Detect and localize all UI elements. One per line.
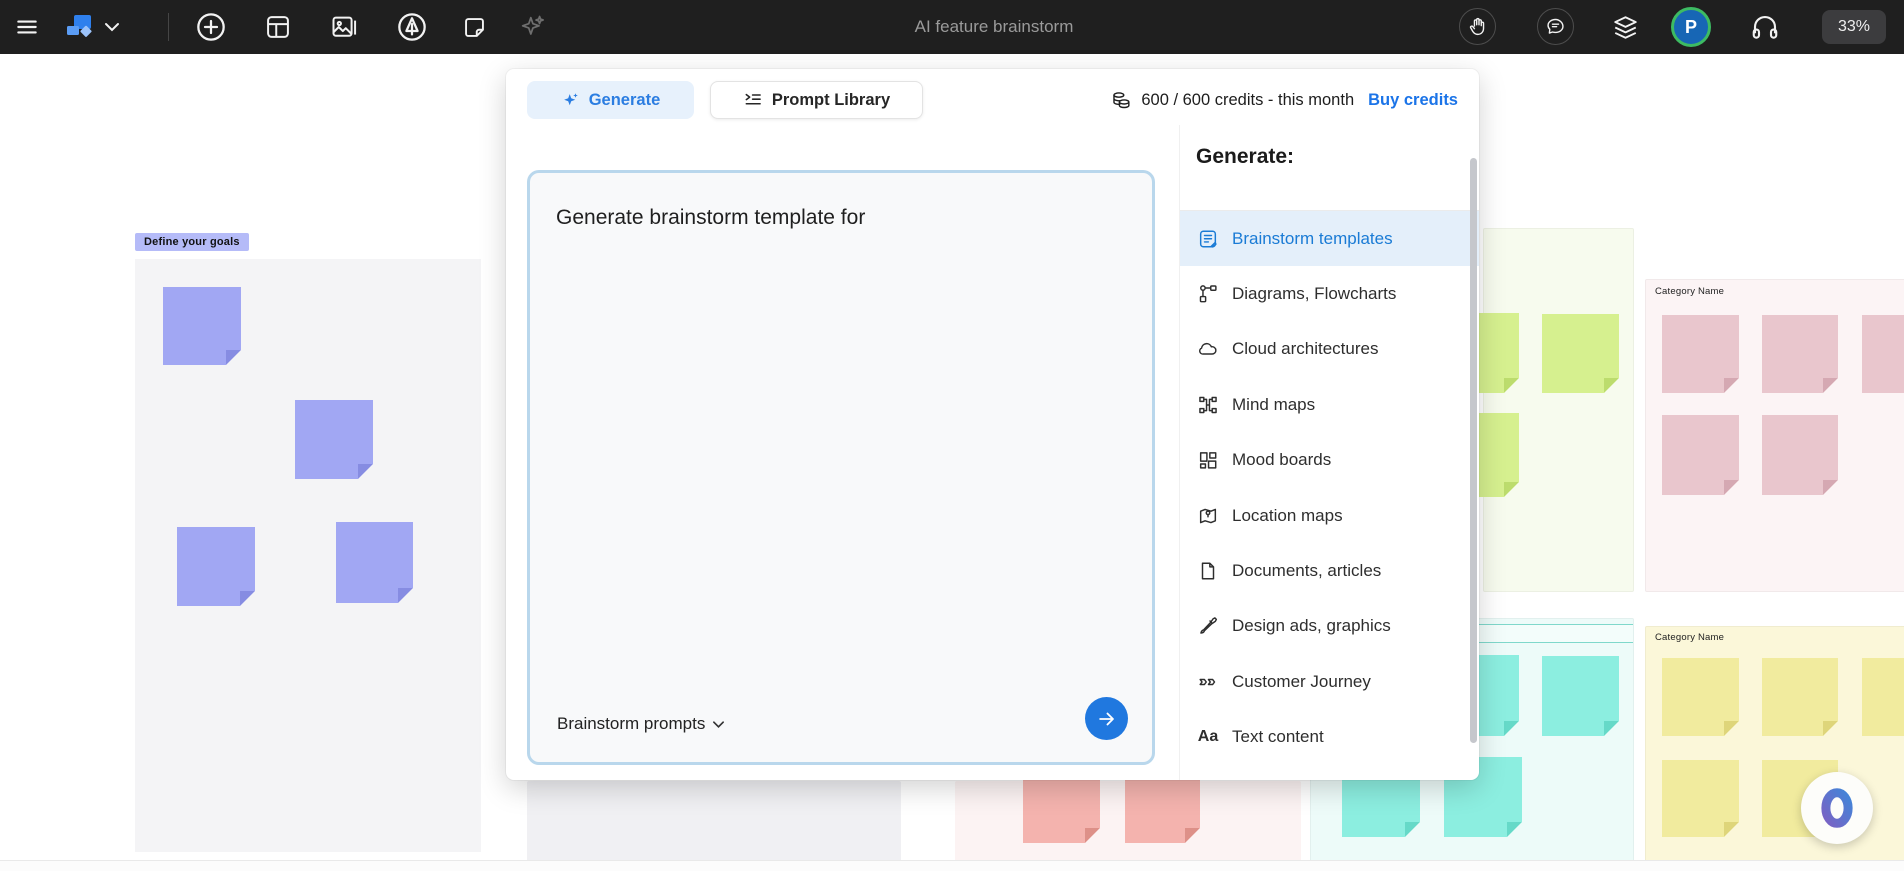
option-documents-articles[interactable]: Documents, articles bbox=[1180, 543, 1479, 598]
sticky-note[interactable] bbox=[1762, 415, 1838, 495]
headphones-icon[interactable] bbox=[1750, 12, 1780, 42]
send-prompt-button[interactable] bbox=[1085, 697, 1128, 740]
text-aa-icon: Aa bbox=[1197, 728, 1219, 746]
sticky-note[interactable] bbox=[1862, 315, 1904, 393]
tab-generate[interactable]: Generate bbox=[527, 81, 694, 119]
sticky-note[interactable] bbox=[1662, 415, 1739, 495]
sticky-note[interactable] bbox=[1542, 656, 1619, 736]
template-card-green[interactable] bbox=[1483, 228, 1634, 592]
arrow-right-icon bbox=[1098, 712, 1114, 725]
option-mood-boards[interactable]: Mood boards bbox=[1180, 433, 1479, 488]
brainstorm-prompts-label: Brainstorm prompts bbox=[557, 714, 706, 733]
sticky-note[interactable] bbox=[1762, 315, 1838, 393]
template-icon[interactable] bbox=[264, 13, 292, 41]
board-title[interactable]: AI feature brainstorm bbox=[858, 0, 1130, 54]
sticky-note[interactable] bbox=[1662, 315, 1739, 393]
toolbar-divider bbox=[168, 13, 169, 41]
option-label: Mind maps bbox=[1232, 394, 1316, 414]
panel-scrollbar[interactable] bbox=[1470, 158, 1477, 743]
option-text-content[interactable]: Aa Text content bbox=[1180, 710, 1479, 765]
sparkle-icon bbox=[563, 92, 578, 105]
credits-text: 600 / 600 credits - this month bbox=[1141, 90, 1355, 109]
sticky-note[interactable] bbox=[1762, 658, 1838, 736]
sticky-note[interactable] bbox=[295, 400, 373, 479]
generate-heading: Generate: bbox=[1196, 145, 1295, 168]
option-label: Customer Journey bbox=[1232, 671, 1371, 691]
option-label: Design ads, graphics bbox=[1232, 616, 1391, 636]
add-circle-icon[interactable] bbox=[195, 11, 227, 43]
zoom-level-button[interactable]: 33% bbox=[1822, 10, 1886, 44]
cloud-icon bbox=[1199, 343, 1217, 356]
coins-icon bbox=[1113, 91, 1130, 108]
pen-icon[interactable] bbox=[396, 11, 428, 43]
sticky-note[interactable] bbox=[1662, 760, 1739, 837]
generate-options-list: Generate: Brainstorm templates Diagrams,… bbox=[1179, 125, 1479, 780]
option-customer-journey[interactable]: Customer Journey bbox=[1180, 654, 1479, 709]
image-icon[interactable] bbox=[330, 13, 358, 41]
category-label[interactable]: Category Name bbox=[1655, 632, 1724, 643]
moodboard-icon bbox=[1199, 452, 1217, 469]
category-label[interactable]: Category Name bbox=[1655, 286, 1724, 297]
option-label: Cloud architectures bbox=[1232, 339, 1379, 359]
tab-prompt-library-label: Prompt Library bbox=[771, 90, 891, 109]
sticky-note-icon[interactable] bbox=[461, 14, 488, 41]
mindmap-icon bbox=[1199, 396, 1217, 414]
option-design-ads-graphics[interactable]: Design ads, graphics bbox=[1180, 599, 1479, 654]
opera-sidebar-badge[interactable] bbox=[1801, 772, 1873, 844]
raise-hand-icon[interactable] bbox=[1459, 8, 1496, 45]
location-map-icon bbox=[1199, 508, 1217, 523]
option-diagrams-flowcharts[interactable]: Diagrams, Flowcharts bbox=[1180, 266, 1479, 321]
chevron-down-icon bbox=[713, 720, 725, 728]
top-toolbar: AI feature brainstorm P 33% bbox=[0, 0, 1904, 54]
playlist-icon bbox=[745, 93, 761, 105]
option-label: Documents, articles bbox=[1232, 561, 1382, 581]
app-window: Define your goals Category Name Category… bbox=[0, 0, 1904, 871]
buy-credits-link[interactable]: Buy credits bbox=[1368, 91, 1458, 110]
prompt-input-value[interactable]: Generate brainstorm template for bbox=[556, 206, 1126, 230]
ai-generate-panel: Generate Prompt Library 600 / 600 credit… bbox=[506, 69, 1479, 780]
ai-sparkle-icon[interactable] bbox=[518, 13, 546, 41]
option-brainstorm-templates[interactable]: Brainstorm templates bbox=[1180, 211, 1479, 267]
menu-icon[interactable] bbox=[14, 14, 40, 40]
brainstorm-doc-icon bbox=[1199, 230, 1217, 248]
app-logo[interactable] bbox=[66, 14, 94, 40]
option-label: Diagrams, Flowcharts bbox=[1232, 284, 1397, 304]
option-location-maps[interactable]: Location maps bbox=[1180, 488, 1479, 543]
document-icon bbox=[1201, 562, 1215, 580]
option-label: Mood boards bbox=[1232, 450, 1332, 470]
brainstorm-prompts-dropdown[interactable]: Brainstorm prompts bbox=[557, 714, 725, 734]
prompt-textarea[interactable]: Generate brainstorm template for Brainst… bbox=[527, 170, 1155, 765]
template-card-gray[interactable] bbox=[527, 781, 901, 862]
avatar[interactable]: P bbox=[1671, 7, 1711, 47]
frame-title[interactable]: Define your goals bbox=[135, 233, 249, 251]
option-mind-maps[interactable]: Mind maps bbox=[1180, 377, 1479, 432]
option-label: Brainstorm templates bbox=[1232, 228, 1393, 248]
sticky-note[interactable] bbox=[1662, 658, 1739, 736]
option-label: Location maps bbox=[1232, 505, 1343, 525]
option-label: Text content bbox=[1232, 727, 1324, 747]
sticky-note[interactable] bbox=[1862, 658, 1904, 736]
option-cloud-architectures[interactable]: Cloud architectures bbox=[1180, 322, 1479, 377]
sticky-note[interactable] bbox=[1542, 314, 1619, 393]
paintbrush-icon bbox=[1200, 617, 1218, 635]
flowchart-icon bbox=[1199, 285, 1217, 303]
journey-tags-icon bbox=[1199, 678, 1216, 686]
tab-prompt-library[interactable]: Prompt Library bbox=[710, 81, 923, 119]
opera-logo-icon bbox=[1821, 788, 1853, 828]
tab-generate-label: Generate bbox=[588, 90, 661, 109]
comments-icon[interactable] bbox=[1537, 8, 1574, 45]
sticky-note[interactable] bbox=[336, 522, 413, 603]
layers-icon[interactable] bbox=[1611, 13, 1640, 42]
credits-status: 600 / 600 credits - this month Buy credi… bbox=[1111, 81, 1458, 119]
chevron-down-icon[interactable] bbox=[104, 22, 120, 32]
sticky-note[interactable] bbox=[163, 287, 241, 365]
canvas-bottom-edge bbox=[0, 860, 1904, 871]
sticky-note[interactable] bbox=[177, 527, 255, 606]
